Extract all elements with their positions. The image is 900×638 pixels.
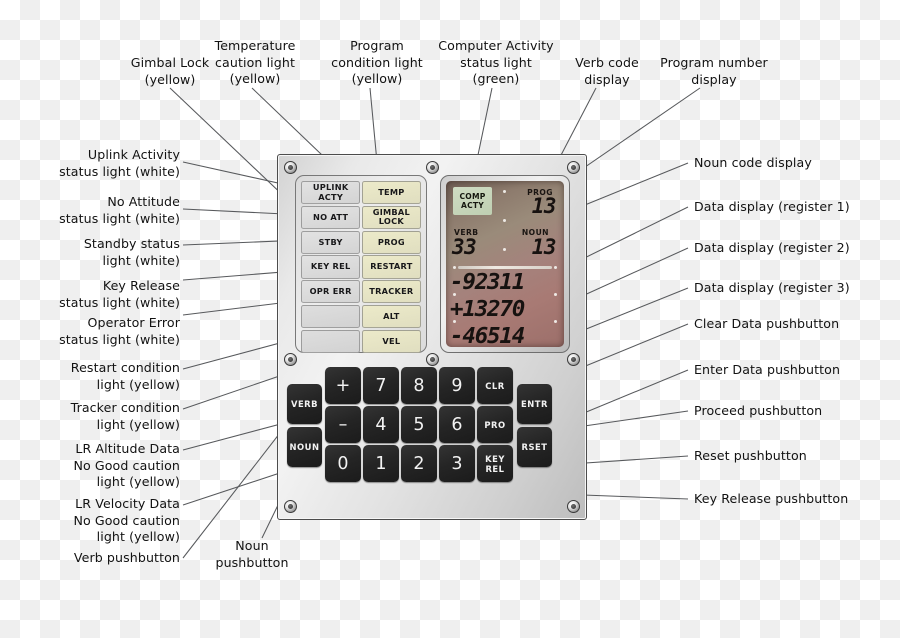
annotation-enter-data: Enter Data pushbutton bbox=[694, 362, 841, 377]
annotation-key-release-pushbutton: Key Release pushbutton bbox=[694, 491, 849, 506]
annotation-uplink-activity: Uplink Activity status light (white) bbox=[59, 147, 180, 179]
key-noun[interactable]: NOUN bbox=[287, 427, 322, 467]
key-3[interactable]: 3 bbox=[439, 445, 475, 482]
key-4[interactable]: 4 bbox=[363, 406, 399, 443]
key-rset[interactable]: RSET bbox=[517, 427, 552, 467]
annotation-proceed: Proceed pushbutton bbox=[694, 403, 823, 418]
rivet-dot bbox=[553, 293, 557, 297]
screw-top-left bbox=[284, 161, 297, 174]
key-7[interactable]: 7 bbox=[363, 367, 399, 404]
annotation-lr-altitude: LR Altitude Data No Good caution light (… bbox=[73, 441, 180, 489]
dsky-panel: UPLINK ACTY TEMP NO ATT GIMBAL LOCK STBY… bbox=[277, 154, 587, 520]
annotation-verb-code: Verb code display bbox=[575, 55, 639, 87]
status-light-prog[interactable]: PROG bbox=[361, 230, 421, 254]
key-0[interactable]: 0 bbox=[325, 445, 361, 482]
screw-top-right bbox=[567, 161, 580, 174]
key-clr[interactable]: CLR bbox=[477, 367, 513, 404]
key-entr[interactable]: ENTR bbox=[517, 384, 552, 424]
status-light-temp[interactable]: TEMP bbox=[361, 181, 421, 205]
status-light-restart[interactable]: RESTART bbox=[361, 255, 421, 279]
status-light-stby[interactable]: STBY bbox=[301, 230, 361, 254]
annotation-data-register-3: Data display (register 3) bbox=[694, 280, 850, 295]
status-light-no-att[interactable]: NO ATT bbox=[301, 205, 361, 230]
screw-mid-center bbox=[425, 353, 439, 366]
annotation-standby: Standby status light (white) bbox=[83, 236, 180, 268]
noun-value: 13 bbox=[531, 235, 557, 259]
key-8[interactable]: 8 bbox=[401, 367, 437, 404]
screw-mid-right bbox=[567, 353, 580, 366]
verb-value: 33 bbox=[452, 235, 477, 259]
keypad: VERB NOUN + 7 8 9 CLR – 4 5 6 PRO 0 1 2 … bbox=[287, 367, 578, 507]
rivet-dot bbox=[503, 190, 507, 194]
annotation-temperature: Temperature caution light (yellow) bbox=[214, 38, 296, 86]
annotation-clear-data: Clear Data pushbutton bbox=[694, 316, 840, 331]
key-plus[interactable]: + bbox=[325, 367, 361, 404]
diagram-canvas: Gimbal Lock (yellow) Temperature caution… bbox=[0, 0, 900, 638]
status-light-blank-2 bbox=[301, 329, 361, 354]
status-light-key-rel[interactable]: KEY REL bbox=[301, 255, 361, 279]
key-5[interactable]: 5 bbox=[401, 406, 437, 443]
status-light-uplink-acty[interactable]: UPLINK ACTY bbox=[301, 181, 361, 205]
annotation-data-register-2: Data display (register 2) bbox=[694, 240, 850, 255]
el-display: COMP ACTY PROG 13 VERB 33 NOUN 13 -92311… bbox=[446, 181, 564, 347]
rivet-dot bbox=[503, 248, 507, 252]
key-2[interactable]: 2 bbox=[401, 445, 437, 482]
status-light-gimbal-lock[interactable]: GIMBAL LOCK bbox=[361, 205, 421, 230]
annotation-restart: Restart condition light (yellow) bbox=[70, 360, 180, 392]
screw-mid-left bbox=[284, 353, 297, 366]
status-light-blank-1 bbox=[301, 304, 361, 329]
status-light-tracker[interactable]: TRACKER bbox=[361, 280, 421, 304]
register-1-value: -92311 bbox=[450, 269, 525, 295]
key-6[interactable]: 6 bbox=[439, 406, 475, 443]
annotation-tracker: Tracker condition light (yellow) bbox=[70, 400, 180, 432]
annotation-data-register-1: Data display (register 1) bbox=[694, 199, 850, 214]
annotation-lr-velocity: LR Velocity Data No Good caution light (… bbox=[73, 496, 180, 544]
rivet-dot bbox=[553, 320, 557, 324]
annotation-no-attitude: No Attitude status light (white) bbox=[59, 194, 180, 226]
status-light-opr-err[interactable]: OPR ERR bbox=[301, 280, 361, 304]
annotation-reset: Reset pushbutton bbox=[694, 448, 807, 463]
annotation-noun-pushbutton: Noun pushbutton bbox=[215, 538, 289, 570]
key-1[interactable]: 1 bbox=[363, 445, 399, 482]
rivet-dot bbox=[503, 219, 507, 223]
prog-value: 13 bbox=[531, 194, 557, 218]
annotation-program-condition: Program condition light (yellow) bbox=[331, 38, 423, 86]
annotation-verb-pushbutton: Verb pushbutton bbox=[73, 550, 180, 565]
key-minus[interactable]: – bbox=[325, 406, 361, 443]
key-key-rel[interactable]: KEY REL bbox=[477, 445, 513, 482]
comp-acty-line1: COMP bbox=[459, 192, 486, 201]
key-pro[interactable]: PRO bbox=[477, 406, 513, 443]
display-bezel: COMP ACTY PROG 13 VERB 33 NOUN 13 -92311… bbox=[440, 175, 570, 353]
status-light-panel: UPLINK ACTY TEMP NO ATT GIMBAL LOCK STBY… bbox=[295, 175, 427, 354]
annotation-noun-code: Noun code display bbox=[694, 155, 812, 170]
annotation-computer-activity: Computer Activity status light (green) bbox=[438, 38, 554, 86]
key-9[interactable]: 9 bbox=[439, 367, 475, 404]
status-light-vel[interactable]: VEL bbox=[361, 329, 421, 354]
status-light-alt[interactable]: ALT bbox=[361, 304, 421, 329]
annotation-program-number: Program number display bbox=[660, 55, 768, 87]
annotation-operator-error: Operator Error status light (white) bbox=[59, 315, 180, 347]
comp-acty-line2: ACTY bbox=[461, 201, 484, 210]
comp-acty-indicator[interactable]: COMP ACTY bbox=[453, 187, 492, 215]
register-3-value: -46514 bbox=[450, 323, 525, 347]
register-2-value: +13270 bbox=[450, 296, 525, 322]
key-verb[interactable]: VERB bbox=[287, 384, 322, 424]
rivet-dot bbox=[553, 266, 557, 270]
screw-top-center bbox=[425, 161, 439, 174]
annotation-key-release: Key Release status light (white) bbox=[59, 278, 180, 310]
